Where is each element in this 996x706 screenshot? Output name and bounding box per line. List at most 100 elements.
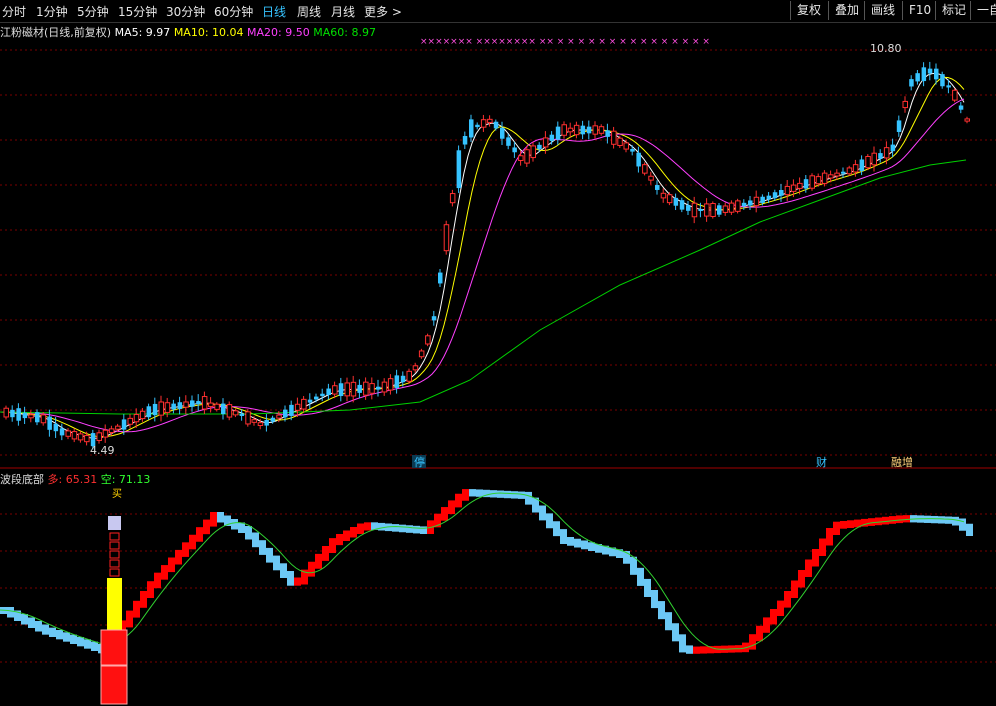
candle-body bbox=[22, 412, 28, 419]
indicator-block bbox=[175, 549, 182, 565]
indicator-block bbox=[357, 523, 364, 534]
candle-body bbox=[524, 149, 530, 164]
candle bbox=[146, 403, 152, 420]
finance-marker: 财 bbox=[816, 455, 827, 469]
indicator-block bbox=[777, 600, 784, 616]
indicator-block bbox=[63, 632, 70, 642]
candle bbox=[438, 269, 443, 287]
candle bbox=[598, 124, 605, 136]
candle bbox=[369, 377, 375, 400]
candle-body bbox=[71, 431, 78, 440]
indicator-block bbox=[154, 572, 161, 589]
candle-body bbox=[214, 403, 220, 410]
indicator-block bbox=[581, 540, 588, 550]
indicator-block bbox=[847, 520, 854, 528]
candle bbox=[902, 96, 908, 113]
candle-body bbox=[934, 68, 939, 80]
kline-chart[interactable]: ××××××× ×××××××× ×× × × × × × × × × × × … bbox=[0, 0, 996, 706]
indicator-block bbox=[525, 491, 532, 505]
indicator-block bbox=[756, 625, 763, 642]
indicator-block bbox=[392, 524, 399, 532]
candle bbox=[728, 200, 735, 215]
indicator-block bbox=[315, 553, 322, 569]
indicator-block bbox=[203, 519, 210, 535]
candle bbox=[530, 141, 536, 162]
candle-body bbox=[475, 124, 480, 128]
ma5-line bbox=[0, 72, 965, 439]
candle bbox=[927, 61, 933, 81]
candle bbox=[22, 406, 28, 425]
indicator-block bbox=[539, 505, 546, 521]
candle-body bbox=[183, 401, 189, 408]
indicator-block bbox=[469, 489, 476, 497]
candle-body bbox=[518, 155, 524, 162]
signal-red-bar bbox=[100, 665, 128, 705]
candle-body bbox=[115, 425, 121, 430]
candle bbox=[3, 405, 9, 420]
candle-body bbox=[493, 121, 499, 129]
candle bbox=[59, 423, 65, 441]
candle-body bbox=[921, 67, 927, 82]
candle bbox=[314, 393, 319, 403]
candle-body bbox=[431, 316, 437, 321]
candle-body bbox=[748, 200, 753, 206]
candle bbox=[425, 333, 431, 347]
indicator-block bbox=[168, 557, 175, 573]
candle-body bbox=[232, 410, 239, 416]
candle bbox=[605, 123, 610, 144]
candle-body bbox=[350, 381, 357, 397]
candle bbox=[500, 121, 505, 145]
indicator-block bbox=[805, 559, 812, 577]
indicator-block bbox=[294, 577, 301, 586]
candle bbox=[748, 195, 753, 211]
candle-body bbox=[803, 179, 809, 189]
candle-body bbox=[815, 176, 822, 185]
candle-body bbox=[121, 419, 127, 430]
candle bbox=[722, 202, 729, 216]
candle bbox=[357, 379, 362, 399]
indicator-block bbox=[287, 571, 294, 586]
candle-body bbox=[338, 383, 344, 397]
indicator-block bbox=[903, 515, 910, 523]
candle bbox=[47, 409, 52, 437]
indicator-block bbox=[875, 517, 882, 526]
candle-body bbox=[821, 172, 828, 184]
candle bbox=[958, 102, 964, 114]
indicator-block bbox=[952, 516, 959, 526]
candle-body bbox=[772, 192, 778, 199]
candle-body bbox=[940, 74, 945, 87]
indicator-signal-line bbox=[0, 492, 965, 650]
candle bbox=[77, 431, 84, 443]
candle-body bbox=[809, 175, 815, 189]
candle-body bbox=[636, 152, 641, 167]
candle-body bbox=[400, 375, 406, 383]
candle bbox=[883, 141, 890, 165]
low-price-label: 4.49 bbox=[90, 444, 115, 457]
indicator-block bbox=[441, 507, 448, 521]
candle-body bbox=[878, 153, 883, 159]
candle-body bbox=[10, 409, 15, 418]
candle-body bbox=[35, 412, 40, 423]
indicator-block bbox=[938, 516, 945, 524]
candle bbox=[549, 131, 555, 145]
indicator-block bbox=[35, 621, 42, 632]
candle bbox=[753, 190, 760, 213]
candle bbox=[666, 192, 673, 206]
indicator-block bbox=[322, 546, 329, 561]
candle bbox=[10, 405, 15, 422]
candle-body bbox=[406, 370, 412, 382]
candle bbox=[264, 414, 269, 432]
candle-body bbox=[655, 185, 660, 190]
candle-body bbox=[698, 208, 703, 212]
candle-body bbox=[846, 167, 853, 175]
indicator-block bbox=[644, 578, 651, 597]
candle-body bbox=[549, 134, 555, 141]
candle-body bbox=[573, 124, 580, 136]
candle bbox=[201, 391, 208, 414]
candle bbox=[102, 424, 109, 443]
candle-body bbox=[462, 136, 468, 145]
indicator-block bbox=[518, 491, 525, 499]
indicator-block bbox=[700, 646, 707, 654]
indicator-block bbox=[658, 601, 665, 620]
candle bbox=[772, 189, 778, 201]
